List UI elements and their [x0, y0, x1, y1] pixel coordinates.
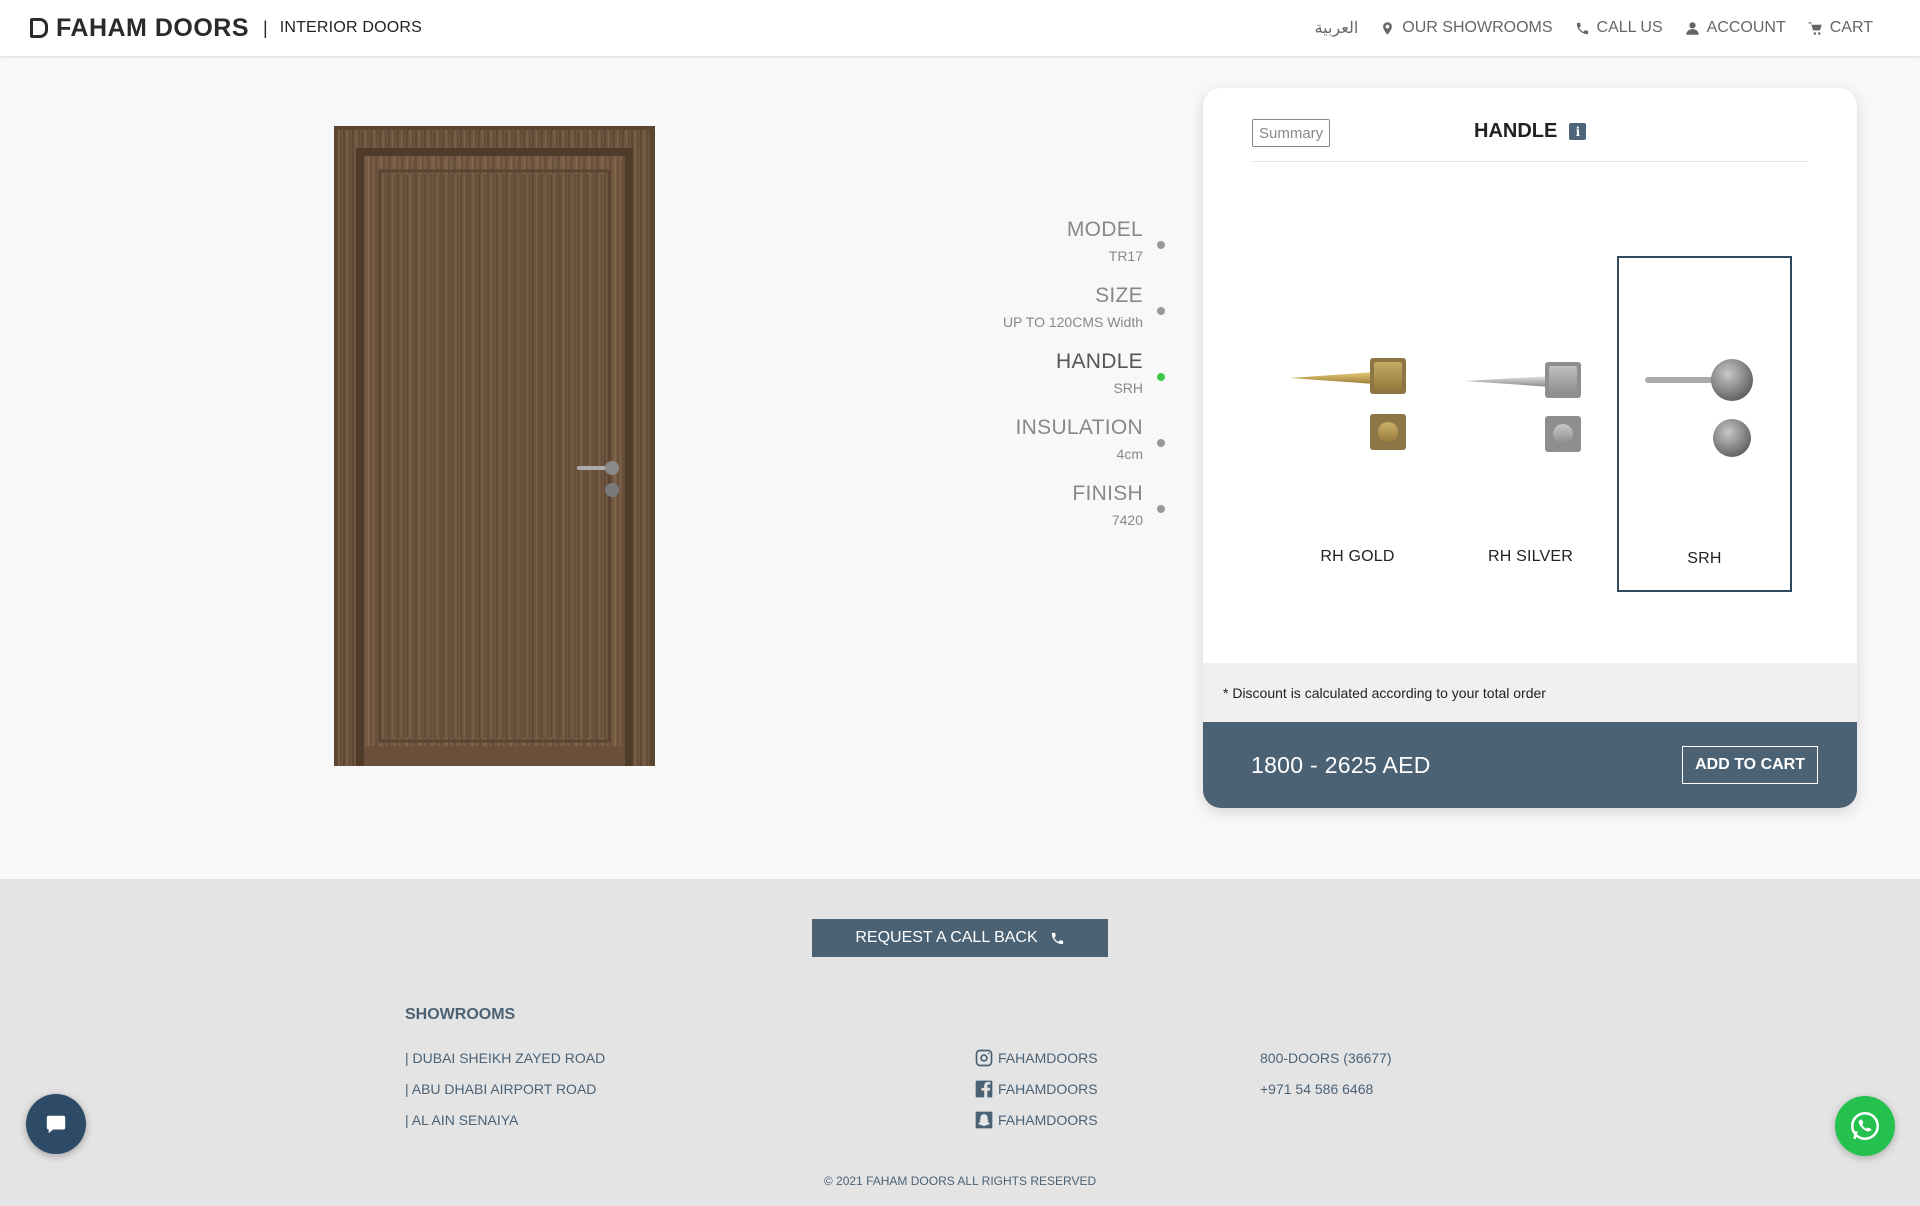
step-dot-icon	[1157, 505, 1165, 513]
user-icon	[1685, 21, 1699, 35]
chat-bubble-icon	[46, 1115, 66, 1134]
main-nav: العربية OUR SHOWROOMS CALL US ACCOUNT CA…	[1315, 18, 1890, 38]
phone-icon	[1051, 932, 1063, 944]
step-dot-icon	[1157, 241, 1165, 249]
door-preview	[334, 126, 655, 766]
card-title: HANDLE i	[1474, 120, 1587, 143]
brand-name: FAHAM DOORS	[56, 13, 249, 42]
card-header: Summary HANDLE i	[1252, 116, 1808, 162]
option-srh[interactable]: SRH	[1617, 256, 1792, 592]
step-dot-icon	[1157, 307, 1165, 315]
option-rh-silver-label: RH SILVER	[1487, 548, 1574, 565]
handle-gold-image	[1290, 358, 1406, 450]
step-handle-name: HANDLE	[1056, 350, 1143, 373]
nav-account-label: ACCOUNT	[1706, 19, 1786, 36]
summary-button[interactable]: Summary	[1252, 119, 1331, 147]
door-image	[334, 126, 655, 766]
whatsapp-button[interactable]	[1835, 1096, 1895, 1156]
instagram-handle: FAHAMDOORS	[998, 1049, 1098, 1066]
showroom-dubai[interactable]: | DUBAI SHEIKH ZAYED ROAD	[405, 1042, 605, 1073]
logo-icon	[30, 18, 48, 38]
phone-list: 800-DOORS (36677) +971 54 586 6468	[1260, 1042, 1392, 1104]
category-label[interactable]: INTERIOR DOORS	[280, 19, 422, 37]
nav-cart-label: CART	[1829, 19, 1873, 36]
brand-separator: |	[263, 17, 268, 38]
step-finish-name: FINISH	[1072, 482, 1143, 505]
option-rh-silver[interactable]: RH SILVER	[1443, 256, 1618, 592]
step-dot-icon	[1157, 439, 1165, 447]
step-model[interactable]: MODEL TR17	[960, 218, 1170, 284]
option-srh-label: SRH	[1687, 550, 1722, 567]
footer: REQUEST A CALL BACK SHOWROOMS | DUBAI SH…	[0, 879, 1920, 1206]
facebook-icon	[975, 1080, 993, 1097]
facebook-link[interactable]: FAHAMDOORS	[974, 1073, 1098, 1104]
nav-account[interactable]: ACCOUNT	[1685, 19, 1786, 37]
cart-icon	[1808, 21, 1822, 35]
step-model-name: MODEL	[1066, 218, 1143, 241]
phone-tollfree[interactable]: 800-DOORS (36677)	[1260, 1042, 1392, 1073]
request-callback-label: REQUEST A CALL BACK	[855, 929, 1038, 946]
price-bar: 1800 - 2625 AED ADD TO CART	[1203, 722, 1857, 808]
option-rh-gold[interactable]: RH GOLD	[1270, 256, 1445, 592]
step-insulation-value: 4cm	[1116, 446, 1143, 462]
step-insulation-name: INSULATION	[1015, 416, 1143, 439]
nav-language-label: العربية	[1314, 20, 1359, 37]
map-pin-icon	[1383, 21, 1393, 35]
top-header: FAHAM DOORS | INTERIOR DOORS العربية OUR…	[0, 0, 1920, 56]
request-callback-button[interactable]: REQUEST A CALL BACK	[812, 919, 1108, 957]
step-handle-value: SRH	[1113, 380, 1143, 396]
price-range: 1800 - 2625 AED	[1251, 751, 1431, 778]
snapchat-icon	[975, 1111, 993, 1128]
showrooms-list: | DUBAI SHEIKH ZAYED ROAD | ABU DHABI AI…	[405, 1042, 605, 1135]
config-steps: MODEL TR17 SIZE UP TO 120CMS Width HANDL…	[960, 218, 1170, 548]
add-to-cart-button[interactable]: ADD TO CART	[1682, 746, 1818, 784]
step-insulation[interactable]: INSULATION 4cm	[960, 416, 1170, 482]
nav-language[interactable]: العربية	[1315, 18, 1359, 38]
handle-silver-image	[1465, 362, 1581, 452]
nav-call[interactable]: CALL US	[1575, 19, 1663, 37]
step-size[interactable]: SIZE UP TO 120CMS Width	[960, 284, 1170, 350]
phone-mobile[interactable]: +971 54 586 6468	[1260, 1073, 1392, 1104]
copyright: © 2021 FAHAM DOORS ALL RIGHTS RESERVED	[823, 1174, 1097, 1188]
nav-call-label: CALL US	[1596, 19, 1663, 36]
facebook-handle: FAHAMDOORS	[998, 1080, 1098, 1097]
handle-options: RH GOLD RH SILVER SRH	[1203, 256, 1857, 592]
whatsapp-icon	[1850, 1111, 1880, 1141]
nav-showrooms-label: OUR SHOWROOMS	[1402, 19, 1553, 36]
phone-icon	[1576, 22, 1588, 34]
instagram-icon	[975, 1049, 993, 1066]
step-handle[interactable]: HANDLE SRH	[960, 350, 1170, 416]
info-icon[interactable]: i	[1569, 123, 1587, 140]
nav-cart[interactable]: CART	[1808, 19, 1873, 37]
showrooms-title: SHOWROOMS	[405, 1006, 516, 1023]
snapchat-link[interactable]: FAHAMDOORS	[974, 1104, 1098, 1135]
step-active-dot-icon	[1157, 373, 1165, 381]
brand-logo[interactable]: FAHAM DOORS	[30, 14, 249, 43]
discount-note: * Discount is calculated according to yo…	[1203, 663, 1857, 722]
step-finish-value: 7420	[1111, 512, 1143, 528]
nav-showrooms[interactable]: OUR SHOWROOMS	[1380, 19, 1553, 37]
showroom-al-ain[interactable]: | AL AIN SENAIYA	[405, 1104, 605, 1135]
option-rh-gold-label: RH GOLD	[1320, 548, 1395, 565]
config-card: Summary HANDLE i RH GOLD RH SILVER SRH *…	[1203, 88, 1857, 808]
step-size-name: SIZE	[1095, 284, 1143, 307]
card-title-text: HANDLE	[1474, 120, 1558, 142]
handle-srh-image	[1645, 359, 1753, 457]
step-size-value: UP TO 120CMS Width	[1002, 314, 1143, 330]
step-finish[interactable]: FINISH 7420	[960, 482, 1170, 548]
instagram-link[interactable]: FAHAMDOORS	[974, 1042, 1098, 1073]
social-links: FAHAMDOORS FAHAMDOORS FAHAMDOORS	[974, 1042, 1098, 1135]
live-chat-button[interactable]	[26, 1094, 86, 1154]
step-model-value: TR17	[1108, 248, 1143, 264]
snapchat-handle: FAHAMDOORS	[998, 1111, 1098, 1128]
showroom-abu-dhabi[interactable]: | ABU DHABI AIRPORT ROAD	[405, 1073, 605, 1104]
